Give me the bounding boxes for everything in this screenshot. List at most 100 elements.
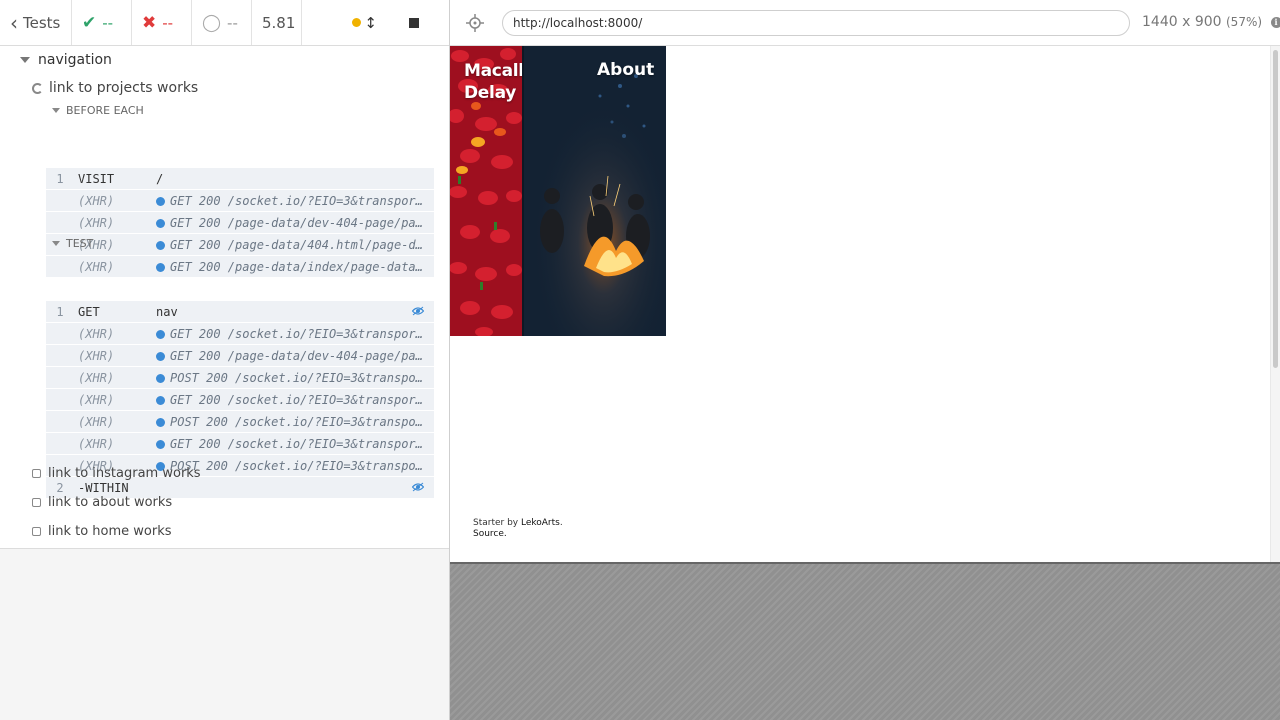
run-controls: ↕ [302,0,449,45]
xhr-log-row[interactable]: (XHR) GET 200 /page-data/dev-404-page/pag… [46,345,434,367]
aut-header: http://localhost:8000/ 1440 x 900 (57%) … [450,0,1280,46]
scrollbar-thumb[interactable] [1273,50,1278,368]
command-message: GET 200 /socket.io/?EIO=3&transport=poll… [156,393,434,407]
scrollbar-track[interactable] [1270,46,1280,562]
command-message: GET 200 /page-data/dev-404-page/page-dat… [156,216,434,230]
about-link[interactable]: About [597,60,654,80]
command-name: (XHR) [78,392,115,407]
command-message: GET 200 /socket.io/?EIO=3&transport=poll… [156,437,434,451]
xhr-request-text: POST 200 /socket.io/?EIO=3&transport=pol… [170,414,434,429]
xhr-request-text: POST 200 /socket.io/?EIO=3&transport=pol… [170,458,434,473]
command-row[interactable]: 1 VISIT / [46,168,434,190]
aut-iframe: Macalla Delay [450,46,1280,564]
xhr-request-text: POST 200 /socket.io/?EIO=3&transport=pol… [170,370,434,385]
xhr-log-row[interactable]: (XHR) POST 200 /socket.io/?EIO=3&transpor… [46,411,434,433]
command-name: GET [78,304,100,319]
command-number: 1 [56,304,64,319]
command-message: POST 200 /socket.io/?EIO=3&transport=pol… [156,371,434,385]
command-number: 2 [56,480,64,495]
xhr-request-text: GET 200 /socket.io/?EIO=3&transport=poll… [170,436,434,451]
eye-icon [412,306,424,316]
eye-icon [412,482,424,492]
test-status-icon [32,527,41,536]
xhr-request-text: GET 200 /page-data/index/page-data.json [170,259,434,274]
before-each-hook-label[interactable]: BEFORE EACH [52,104,144,117]
command-name: (XHR) [78,193,115,208]
test-status-icon [32,469,41,478]
cross-icon: ✖ [142,12,157,33]
xhr-request-text: GET 200 /page-data/404.html/page-data.js… [170,237,434,252]
caret-down-icon [52,241,60,246]
command-name: (XHR) [78,326,115,341]
reporter-header: ‹ Tests ✔ -- ✖ -- ◯ -- 5.81 ↕ [0,0,449,46]
xhr-log-row[interactable]: (XHR) GET 200 /socket.io/?EIO=3&transport… [46,389,434,411]
duration: 5.81 [252,0,302,45]
pending-count: ◯ -- [192,0,252,45]
aut-panel: http://localhost:8000/ 1440 x 900 (57%) … [450,0,1280,720]
autoscroll-toggle-icon[interactable]: ↕ [364,14,377,32]
chevron-left-icon: ‹ [10,10,18,35]
test-item-about[interactable]: link to about works [32,495,172,510]
stop-button[interactable] [409,17,419,28]
xhr-status-dot-icon [156,417,165,427]
test-body-label[interactable]: TEST [52,237,93,250]
xhr-request-text: GET 200 /socket.io/?EIO=3&transport=poll… [170,193,434,208]
xhr-status-dot-icon [156,218,165,228]
command-message: GET 200 /page-data/index/page-data.json [156,260,434,274]
command-message: POST 200 /socket.io/?EIO=3&transport=pol… [156,415,434,429]
selector-playground-icon[interactable] [466,14,484,32]
tests-label: Tests [23,13,61,32]
xhr-status-dot-icon [156,240,165,250]
source-link[interactable]: Source. [473,529,507,539]
command-number: 1 [56,171,64,186]
active-test-title[interactable]: link to projects works [32,80,198,96]
runnables-panel: navigation link to projects works BEFORE… [0,46,449,549]
site-footer: Starter by LekoArts. Source. [473,518,563,539]
xhr-request-text: GET 200 /socket.io/?EIO=3&transport=poll… [170,392,434,407]
xhr-log-row[interactable]: (XHR) GET 200 /socket.io/?EIO=3&transport… [46,433,434,455]
command-name: (XHR) [78,414,115,429]
command-name: (XHR) [78,215,115,230]
viewport-info[interactable]: 1440 x 900 (57%) i [1142,14,1280,30]
command-name: (XHR) [78,436,115,451]
command-message: / [156,171,164,186]
xhr-log-row[interactable]: (XHR) GET 200 /socket.io/?EIO=3&transport… [46,323,434,345]
xhr-log-row[interactable]: (XHR) GET 200 /socket.io/?EIO=3&transport… [46,190,434,212]
xhr-log-row[interactable]: (XHR) POST 200 /socket.io/?EIO=3&transpor… [46,367,434,389]
xhr-log-row[interactable]: (XHR) GET 200 /page-data/index/page-data.… [46,256,434,278]
xhr-status-dot-icon [156,439,165,449]
command-name: -WITHIN [78,480,129,495]
xhr-log-row[interactable]: (XHR) GET 200 /page-data/dev-404-page/pag… [46,212,434,234]
info-icon[interactable]: i [1270,17,1280,28]
command-message: GET 200 /socket.io/?EIO=3&transport=poll… [156,327,434,341]
command-message: GET 200 /socket.io/?EIO=3&transport=poll… [156,194,434,208]
xhr-request-text: GET 200 /page-data/dev-404-page/page-dat… [170,215,434,230]
suite-title[interactable]: navigation [20,52,112,68]
command-message: nav [156,304,178,319]
xhr-request-text: GET 200 /socket.io/?EIO=3&transport=poll… [170,326,434,341]
site-title[interactable]: Macalla Delay [464,60,522,104]
running-indicator-icon [352,18,362,27]
command-row[interactable]: 1 GET nav [46,301,434,323]
author-link[interactable]: LekoArts [521,518,560,528]
xhr-status-dot-icon [156,351,165,361]
xhr-status-dot-icon [156,329,165,339]
campfire-project-tile[interactable]: About [522,46,666,336]
running-spinner-icon [32,82,43,94]
caret-down-icon [20,57,30,63]
reporter-panel: ‹ Tests ✔ -- ✖ -- ◯ -- 5.81 ↕ navigation… [0,0,450,720]
command-name: (XHR) [78,370,115,385]
url-field[interactable]: http://localhost:8000/ [502,10,1130,36]
peppers-project-tile[interactable]: Macalla Delay [450,46,522,336]
test-item-home[interactable]: link to home works [32,524,172,539]
test-item-instagram[interactable]: link to instagram works [32,466,201,481]
xhr-status-dot-icon [156,196,165,206]
tests-button[interactable]: ‹ Tests [0,0,72,45]
command-name: (XHR) [78,348,115,363]
command-message: GET 200 /page-data/404.html/page-data.js… [156,238,434,252]
xhr-log-row[interactable]: (XHR) GET 200 /page-data/404.html/page-da… [46,234,434,256]
check-icon: ✔ [82,12,97,33]
xhr-status-dot-icon [156,262,165,272]
xhr-status-dot-icon [156,373,165,383]
test-status-icon [32,498,41,507]
